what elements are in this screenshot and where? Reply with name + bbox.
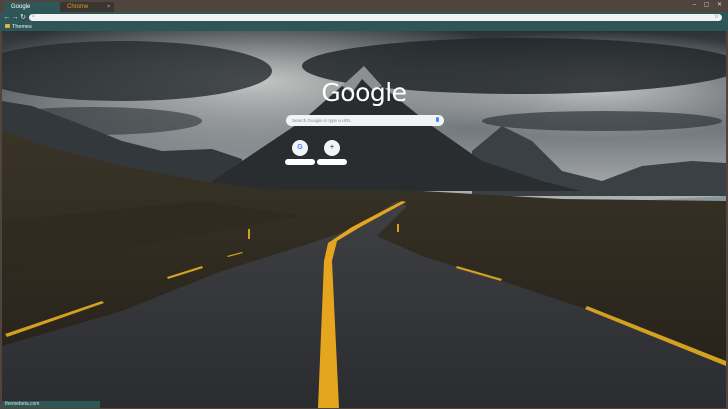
browser-window: Google Chrome × – ▢ ✕ ← → ↻ ⌕ ☆ Themes G… xyxy=(0,0,728,409)
search-icon: ⌕ xyxy=(32,13,35,19)
tab-label: Chrome xyxy=(67,4,89,10)
google-g-icon: G xyxy=(297,144,303,151)
tab-chrome[interactable]: Chrome × xyxy=(60,2,114,12)
search-box[interactable]: Search Google or type a URL xyxy=(286,115,444,126)
forward-button[interactable]: → xyxy=(11,13,19,22)
google-logo: Google xyxy=(321,78,407,107)
back-button[interactable]: ← xyxy=(3,13,11,22)
bookmark-themes[interactable]: Themes xyxy=(5,23,32,31)
reload-button[interactable]: ↻ xyxy=(19,13,27,22)
arrow-right-icon: → xyxy=(11,14,19,21)
add-shortcut-button[interactable]: + xyxy=(324,140,340,156)
shortcut-label xyxy=(285,159,315,165)
bookmark-label: Themes xyxy=(12,24,32,30)
tab-google[interactable]: Google xyxy=(4,2,60,12)
bookmarks-bar: Themes xyxy=(0,23,728,31)
reload-icon: ↻ xyxy=(20,14,26,21)
arrow-left-icon: ← xyxy=(3,14,11,21)
folder-icon xyxy=(5,24,10,28)
search-placeholder: Search Google or type a URL xyxy=(292,118,352,123)
tab-label: Google xyxy=(11,4,31,10)
microphone-icon[interactable] xyxy=(436,117,439,122)
toolbar: ← → ↻ ⌕ ☆ xyxy=(0,12,728,23)
plus-icon: + xyxy=(329,144,335,151)
tab-strip: Google Chrome × – ▢ ✕ xyxy=(0,0,728,12)
omnibox[interactable]: ⌕ ☆ xyxy=(29,13,722,21)
shortcut-label xyxy=(317,159,347,165)
close-icon[interactable]: × xyxy=(107,2,110,12)
new-tab-page: Google Search Google or type a URL G + xyxy=(2,31,726,408)
status-bar: themebeta.com xyxy=(2,401,100,408)
star-icon[interactable]: ☆ xyxy=(714,13,719,20)
shortcut-google[interactable]: G xyxy=(292,140,308,156)
window-controls[interactable]: – ▢ ✕ xyxy=(693,1,725,8)
